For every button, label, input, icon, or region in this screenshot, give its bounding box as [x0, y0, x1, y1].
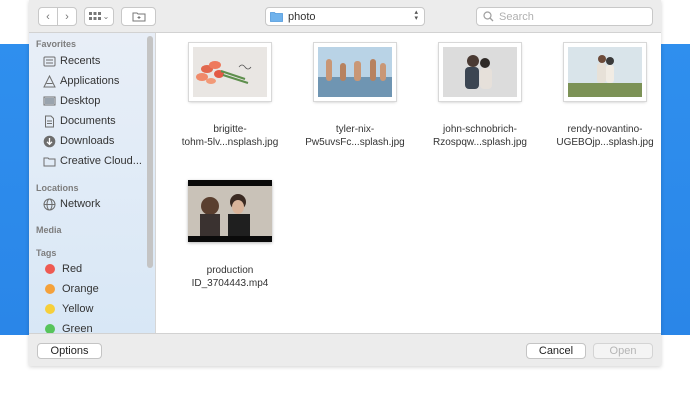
recents-icon — [43, 56, 56, 66]
search-icon — [483, 11, 494, 22]
tag-color-dot — [45, 324, 55, 333]
sidebar-tag-orange[interactable]: Orange — [43, 280, 99, 298]
location-label: photo — [288, 10, 316, 23]
sidebar-item-applications[interactable]: Applications — [43, 72, 119, 90]
chevron-down-icon: ⌄ — [102, 12, 110, 21]
file-name: production ID_3704443.mp4 — [191, 265, 269, 289]
file-thumbnail — [189, 43, 271, 101]
tag-color-dot — [45, 304, 55, 314]
desktop-icon — [43, 96, 56, 105]
sidebar-item-desktop[interactable]: Desktop — [43, 92, 100, 110]
applications-icon — [43, 74, 56, 87]
sidebar-tag-yellow[interactable]: Yellow — [43, 300, 93, 318]
locations-heading: Locations — [36, 183, 79, 193]
file-item[interactable]: production ID_3704443.mp4 — [170, 180, 290, 290]
sidebar: Favorites Recents Applications Desktop D… — [29, 33, 156, 333]
sidebar-item-label: Creative Cloud... — [60, 155, 142, 167]
cancel-button[interactable]: Cancel — [526, 343, 586, 359]
open-button[interactable]: Open — [593, 343, 653, 359]
new-folder-icon — [132, 12, 145, 22]
chevron-left-icon: ‹ — [46, 10, 50, 23]
file-thumbnail — [188, 180, 272, 242]
sidebar-item-label: Applications — [60, 75, 120, 87]
location-popup[interactable]: photo ▴ ▾ — [265, 7, 425, 26]
options-button[interactable]: Options — [37, 343, 102, 359]
sidebar-item-network[interactable]: Network — [43, 195, 100, 213]
file-name: rendy-novantino- UGEBOjp...splash.jpg — [556, 124, 654, 148]
forward-button[interactable]: › — [57, 7, 77, 26]
open-file-dialog: ‹ › ⌄ photo ▴ ▾ Search Favorites Recents… — [29, 0, 661, 366]
view-options-button[interactable]: ⌄ — [84, 7, 114, 26]
sidebar-item-downloads[interactable]: Downloads — [43, 132, 114, 150]
network-icon — [43, 198, 56, 210]
couple-field-photo-thumbnail — [568, 47, 642, 97]
file-item[interactable]: rendy-novantino- UGEBOjp...splash.jpg — [545, 43, 661, 149]
updown-chevron-icon: ▴ ▾ — [414, 9, 418, 22]
toolbar: ‹ › ⌄ photo ▴ ▾ Search — [29, 0, 661, 33]
file-name: tyler-nix- Pw5uvsFc...splash.jpg — [305, 124, 405, 148]
couple-photo-thumbnail — [443, 47, 517, 97]
tulips-photo-thumbnail — [193, 47, 267, 97]
downloads-icon — [43, 135, 56, 147]
tags-heading: Tags — [36, 248, 57, 258]
file-thumbnail — [314, 43, 396, 101]
sidebar-tag-red[interactable]: Red — [43, 260, 82, 278]
sidebar-tag-green[interactable]: Green — [43, 320, 93, 333]
bottom-bar: Options Cancel Open — [29, 333, 661, 366]
sidebar-item-label: Green — [62, 323, 93, 333]
sidebar-item-label: Recents — [60, 55, 101, 67]
favorites-heading: Favorites — [36, 39, 77, 49]
sidebar-item-label: Network — [60, 198, 101, 210]
search-field[interactable] — [476, 7, 653, 26]
tag-color-dot — [45, 284, 55, 294]
file-item[interactable]: john-schnobrich- Rzospqw...splash.jpg — [420, 43, 540, 149]
folder-icon — [43, 157, 56, 166]
video-thumbnail — [188, 180, 272, 242]
sidebar-item-label: Downloads — [60, 135, 115, 147]
sidebar-item-label: Red — [62, 263, 83, 275]
file-thumbnail — [564, 43, 646, 101]
folder-icon — [270, 12, 283, 22]
file-thumbnail — [439, 43, 521, 101]
sidebar-item-label: Yellow — [62, 303, 94, 315]
sidebar-item-creative-cloud[interactable]: Creative Cloud... — [43, 152, 142, 170]
file-item[interactable]: tyler-nix- Pw5uvsFc...splash.jpg — [295, 43, 415, 149]
file-name: brigitte-tohm-5lv...nsplash.jpg — [181, 124, 279, 148]
file-name: john-schnobrich- Rzospqw...splash.jpg — [433, 124, 527, 148]
sidebar-item-recents[interactable]: Recents — [43, 52, 100, 70]
file-item[interactable]: brigitte-tohm-5lv...nsplash.jpg — [170, 43, 290, 149]
sidebar-item-label: Desktop — [60, 95, 101, 107]
tag-color-dot — [45, 264, 55, 274]
sidebar-item-documents[interactable]: Documents — [43, 112, 116, 130]
documents-icon — [45, 115, 54, 127]
media-heading: Media — [36, 225, 62, 235]
new-folder-button[interactable] — [121, 7, 156, 26]
chevron-right-icon: › — [65, 10, 69, 23]
grid-view-icon — [88, 12, 101, 20]
sidebar-scrollbar[interactable] — [147, 36, 153, 268]
file-browser: brigitte-tohm-5lv...nsplash.jpg tyler-ni… — [157, 33, 661, 333]
screen: ‹ › ⌄ photo ▴ ▾ Search Favorites Recents… — [0, 0, 690, 405]
back-button[interactable]: ‹ — [38, 7, 58, 26]
search-input[interactable] — [499, 10, 639, 23]
sidebar-item-label: Documents — [60, 115, 116, 127]
hands-sky-photo-thumbnail — [318, 47, 392, 97]
sidebar-item-label: Orange — [62, 283, 99, 295]
